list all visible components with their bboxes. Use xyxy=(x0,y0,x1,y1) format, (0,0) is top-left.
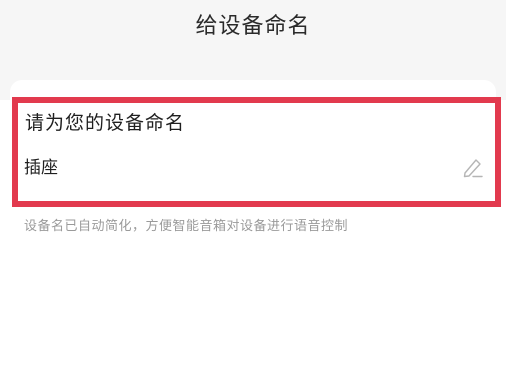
hint-text: 设备名已自动简化，方便智能音箱对设备进行语音控制 xyxy=(24,219,349,234)
device-name-value: 插座 xyxy=(24,158,58,178)
pencil-edit-icon[interactable] xyxy=(462,155,484,179)
card-heading: 请为您的设备命名 xyxy=(25,112,186,134)
page-title: 给设备命名 xyxy=(195,14,311,39)
device-name-input[interactable]: 插座 xyxy=(24,152,486,184)
